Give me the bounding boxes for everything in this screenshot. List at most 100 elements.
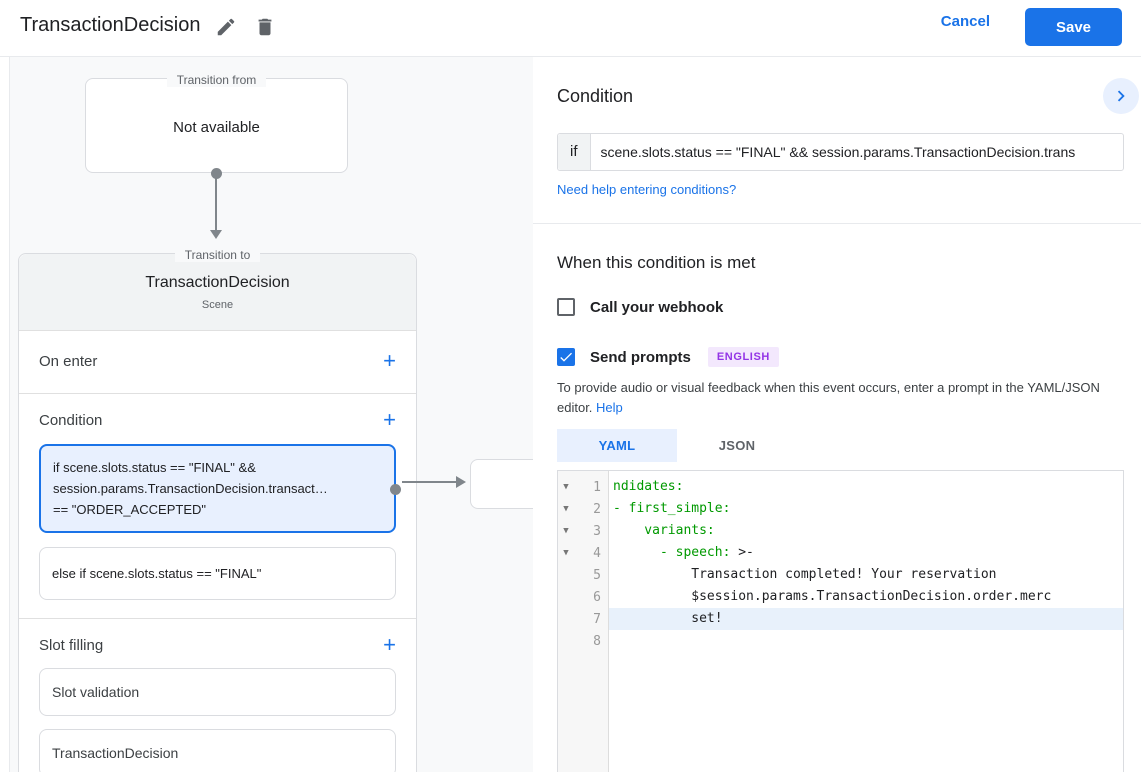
line-number: 4 bbox=[593, 545, 601, 561]
slot-item[interactable]: Slot validation bbox=[39, 668, 396, 716]
main-area: Transition from Not available Transition… bbox=[0, 57, 1141, 772]
code-line: Transaction completed! Your reservation bbox=[609, 564, 1123, 586]
condition-label: Condition bbox=[39, 411, 103, 429]
editor-gutter: ▼ 1 ▼ 2 ▼ 3 ▼ 4 5 6 7 8 bbox=[558, 471, 609, 772]
arrow-right-icon bbox=[456, 476, 466, 488]
gutter-row: 8 bbox=[558, 630, 608, 652]
yaml-key: ndidates: bbox=[613, 479, 684, 494]
gutter-row: 6 bbox=[558, 586, 608, 608]
webhook-label: Call your webhook bbox=[590, 298, 724, 316]
yaml-text: set! bbox=[613, 611, 723, 626]
prompt-hint-text: To provide audio or visual feedback when… bbox=[557, 378, 1129, 418]
app-header: TransactionDecision Cancel Save bbox=[0, 0, 1141, 57]
connector-line-vertical bbox=[215, 177, 217, 231]
slot-item-label: Slot validation bbox=[52, 684, 140, 700]
delete-icon[interactable] bbox=[254, 16, 276, 38]
edit-icon[interactable] bbox=[215, 16, 237, 38]
condition-item-selected[interactable]: if scene.slots.status == "FINAL" && sess… bbox=[39, 444, 401, 533]
chevron-right-icon bbox=[1117, 90, 1125, 102]
editor-tabs: YAML JSON bbox=[557, 429, 797, 462]
section-condition: Condition + if scene.slots.status == "FI… bbox=[19, 394, 416, 619]
section-on-enter: On enter + bbox=[19, 331, 416, 394]
scene-type-label: Scene bbox=[201, 299, 234, 311]
connector-line-horizontal bbox=[402, 481, 458, 483]
line-number: 5 bbox=[593, 567, 601, 583]
scene-card-header[interactable]: TransactionDecision Scene bbox=[19, 254, 416, 331]
tab-json[interactable]: JSON bbox=[677, 429, 797, 462]
condition-text-line: session.params.TransactionDecision.trans… bbox=[53, 481, 328, 496]
line-number: 2 bbox=[593, 501, 601, 517]
send-prompts-checkbox[interactable] bbox=[557, 348, 575, 366]
send-prompts-checkbox-row: Send prompts ENGLISH bbox=[557, 347, 779, 367]
help-link[interactable]: Help bbox=[596, 400, 623, 415]
yaml-text: Transaction completed! Your reservation bbox=[613, 567, 997, 582]
if-prefix-label: if bbox=[558, 134, 591, 170]
line-number: 6 bbox=[593, 589, 601, 605]
code-line-active: set! bbox=[609, 608, 1123, 630]
condition-expression-row: if bbox=[557, 133, 1124, 171]
yaml-code-editor[interactable]: ▼ 1 ▼ 2 ▼ 3 ▼ 4 5 6 7 8 ndidates: - firs… bbox=[557, 470, 1124, 772]
condition-expression-input[interactable] bbox=[590, 134, 1123, 170]
gutter-row: ▼ 2 bbox=[558, 498, 608, 520]
fold-arrow-icon[interactable]: ▼ bbox=[558, 548, 574, 558]
gutter-row: ▼ 1 bbox=[558, 476, 608, 498]
line-number: 7 bbox=[593, 611, 601, 627]
transition-from-box: Transition from Not available bbox=[85, 73, 348, 173]
section-slot-filling: Slot filling + Slot validation Transacti… bbox=[19, 619, 416, 772]
gutter-row: 5 bbox=[558, 564, 608, 586]
condition-text-line: if scene.slots.status == "FINAL" && bbox=[53, 460, 256, 475]
collapse-panel-button[interactable] bbox=[1103, 78, 1139, 114]
fold-arrow-icon[interactable]: ▼ bbox=[558, 504, 574, 514]
arrow-down-icon bbox=[210, 230, 222, 239]
line-number: 8 bbox=[593, 633, 601, 649]
on-enter-label: On enter bbox=[39, 352, 98, 370]
gutter-row: 7 bbox=[558, 608, 608, 630]
panel-title: Condition bbox=[557, 86, 634, 106]
save-button[interactable]: Save bbox=[1025, 8, 1122, 46]
when-met-title: When this condition is met bbox=[557, 253, 756, 272]
code-line: - speech: >- bbox=[609, 542, 1123, 564]
cancel-button[interactable]: Cancel bbox=[941, 13, 990, 30]
tab-yaml[interactable]: YAML bbox=[557, 429, 677, 462]
scene-title: TransactionDecision bbox=[145, 274, 290, 291]
yaml-key: - first_simple: bbox=[613, 501, 731, 516]
slot-item-label: TransactionDecision bbox=[52, 745, 179, 761]
flow-canvas[interactable]: Transition from Not available Transition… bbox=[0, 57, 550, 772]
connector-dot bbox=[390, 483, 401, 495]
line-number: 1 bbox=[593, 479, 601, 495]
webhook-checkbox[interactable] bbox=[557, 298, 575, 316]
check-icon bbox=[560, 352, 572, 362]
gutter-row: ▼ 4 bbox=[558, 542, 608, 564]
fold-arrow-icon[interactable]: ▼ bbox=[558, 482, 574, 492]
line-number: 3 bbox=[593, 523, 601, 539]
scene-card: Transition to TransactionDecision Scene … bbox=[18, 248, 417, 772]
panel-divider bbox=[533, 223, 1141, 224]
yaml-key: variants: bbox=[613, 523, 715, 538]
slot-filling-label: Slot filling bbox=[39, 636, 104, 654]
condition-item[interactable]: else if scene.slots.status == "FINAL" bbox=[39, 547, 396, 600]
add-condition-button[interactable]: + bbox=[383, 409, 396, 431]
editor-code-area[interactable]: ndidates: - first_simple: variants: - sp… bbox=[609, 471, 1123, 772]
yaml-text: >- bbox=[730, 545, 754, 560]
code-line: ndidates: bbox=[609, 476, 1123, 498]
code-line: - first_simple: bbox=[609, 498, 1123, 520]
send-prompts-label: Send prompts bbox=[590, 348, 691, 366]
fold-arrow-icon[interactable]: ▼ bbox=[558, 526, 574, 536]
page-title: TransactionDecision bbox=[20, 14, 201, 36]
condition-help-link[interactable]: Need help entering conditions? bbox=[557, 182, 736, 197]
yaml-key: - speech: bbox=[613, 545, 731, 560]
language-badge: ENGLISH bbox=[707, 347, 779, 367]
code-line: variants: bbox=[609, 520, 1123, 542]
add-on-enter-button[interactable]: + bbox=[383, 350, 396, 372]
transition-from-value: Not available bbox=[173, 119, 260, 136]
condition-text-line: else if scene.slots.status == "FINAL" bbox=[52, 566, 262, 581]
slot-item[interactable]: TransactionDecision bbox=[39, 729, 396, 772]
yaml-text: $session.params.TransactionDecision.orde… bbox=[613, 589, 1052, 604]
condition-detail-panel: Condition if Need help entering conditio… bbox=[533, 57, 1141, 772]
transition-from-legend: Transition from bbox=[86, 71, 347, 89]
add-slot-button[interactable]: + bbox=[383, 634, 396, 656]
left-edge-strip bbox=[0, 57, 10, 772]
gutter-row: ▼ 3 bbox=[558, 520, 608, 542]
code-line: $session.params.TransactionDecision.orde… bbox=[609, 586, 1123, 608]
